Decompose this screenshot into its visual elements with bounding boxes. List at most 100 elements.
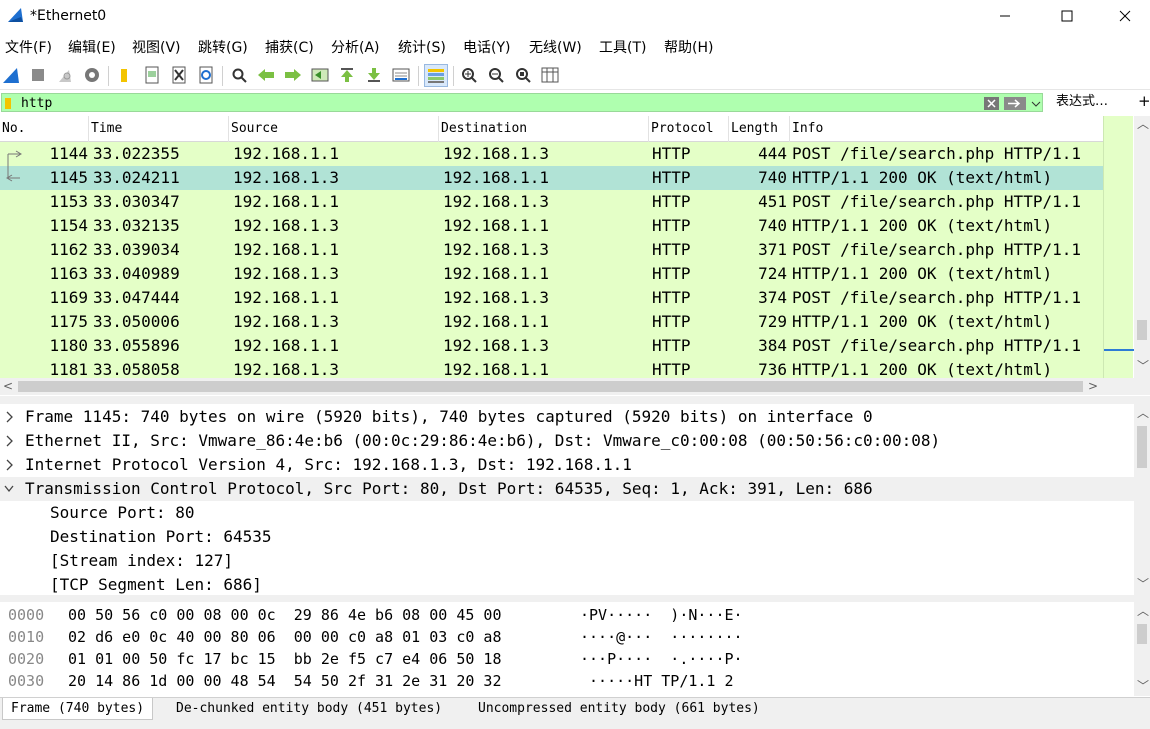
detail-tree-item[interactable]: [TCP Segment Len: 686] — [0, 573, 1135, 595]
maximize-button[interactable] — [1038, 0, 1096, 32]
column-header-length[interactable]: Length — [729, 116, 790, 142]
restart-capture-button[interactable] — [55, 65, 75, 85]
horizontal-scroll-thumb[interactable] — [18, 381, 1083, 392]
apply-filter-arrow-icon[interactable] — [1004, 96, 1026, 111]
clear-filter-icon[interactable] — [984, 96, 1000, 111]
detail-tree-item[interactable]: [Stream index: 127] — [0, 549, 1135, 573]
detail-tree-item[interactable]: Internet Protocol Version 4, Src: 192.16… — [0, 453, 1135, 477]
detail-tree-item[interactable]: Frame 1145: 740 bytes on wire (5920 bits… — [0, 405, 1135, 429]
add-filter-button[interactable]: + — [1138, 92, 1150, 110]
column-header-time[interactable]: Time — [89, 116, 229, 142]
go-last-icon — [368, 68, 380, 82]
menu-wireless[interactable]: 无线(W) — [529, 36, 582, 60]
bytes-vertical-scrollbar[interactable]: ︿ ﹀ — [1134, 602, 1150, 696]
scroll-down-icon[interactable]: ﹀ — [1137, 360, 1149, 372]
zoom-out-button[interactable] — [486, 65, 506, 85]
menu-capture[interactable]: 捕获(C) — [265, 36, 314, 60]
menu-go[interactable]: 跳转(G) — [198, 36, 248, 60]
go-back-button[interactable] — [256, 65, 276, 85]
go-last-button[interactable] — [364, 65, 384, 85]
scroll-up-icon[interactable]: ︿ — [1137, 118, 1149, 130]
menu-file[interactable]: 文件(F) — [5, 36, 52, 60]
open-file-button[interactable] — [114, 65, 134, 85]
packet-length: 736 — [758, 360, 787, 378]
detail-tree-item[interactable]: Ethernet II, Src: Vmware_86:4e:b6 (00:0c… — [0, 429, 1135, 453]
menu-analyze[interactable]: 分析(A) — [331, 36, 380, 60]
menu-edit[interactable]: 编辑(E) — [68, 36, 116, 60]
packet-row[interactable]: 1154 33.032135 192.168.1.3 192.168.1.1 HTTP 7… — [0, 214, 1103, 238]
go-first-button[interactable] — [337, 65, 357, 85]
packet-list-horizontal-scrollbar[interactable]: < > — [0, 378, 1150, 395]
detail-tree-label: Source Port: 80 — [50, 503, 195, 522]
packet-protocol: HTTP — [652, 360, 691, 378]
menu-statistics[interactable]: 统计(S) — [398, 36, 446, 60]
stop-capture-button[interactable] — [28, 65, 48, 85]
packet-map-scrollbar[interactable] — [1103, 116, 1134, 378]
scroll-down-icon[interactable]: ﹀ — [1137, 680, 1149, 692]
column-header-destination[interactable]: Destination — [439, 116, 649, 142]
display-filter-input[interactable]: http — [1, 93, 1043, 112]
packet-row[interactable]: 1175 33.050006 192.168.1.3 192.168.1.1 HTTP 7… — [0, 310, 1103, 334]
scroll-left-icon[interactable]: < — [3, 380, 13, 392]
related-packet-indicator — [0, 310, 26, 334]
menu-telephony[interactable]: 电话(Y) — [463, 36, 510, 60]
menu-tools[interactable]: 工具(T) — [599, 36, 646, 60]
go-to-packet-button[interactable] — [310, 65, 330, 85]
menu-view[interactable]: 视图(V) — [132, 36, 181, 60]
detail-tree-item[interactable]: Transmission Control Protocol, Src Port:… — [0, 477, 1135, 501]
minimize-button[interactable] — [976, 0, 1034, 32]
detail-tree-item[interactable]: Destination Port: 64535 — [0, 525, 1135, 549]
resize-columns-button[interactable] — [540, 65, 560, 85]
zoom-in-button[interactable] — [459, 65, 479, 85]
details-vertical-scrollbar[interactable]: ︿ ﹀ — [1134, 404, 1150, 595]
bytes-tab-frame[interactable]: Frame (740 bytes) — [2, 698, 154, 720]
expression-button[interactable]: 表达式… — [1056, 94, 1108, 110]
packet-row[interactable]: 1169 33.047444 192.168.1.1 192.168.1.3 HTTP 3… — [0, 286, 1103, 310]
packet-row[interactable]: 1180 33.055896 192.168.1.1 192.168.1.3 HTTP 3… — [0, 334, 1103, 358]
scroll-thumb[interactable] — [1137, 624, 1147, 644]
close-button[interactable] — [1096, 0, 1150, 32]
display-filter-text[interactable]: http — [21, 95, 52, 112]
find-packet-button[interactable] — [229, 65, 249, 85]
autoscroll-button[interactable] — [391, 65, 411, 85]
zoom-normal-button[interactable] — [513, 65, 533, 85]
menu-help[interactable]: 帮助(H) — [664, 36, 713, 60]
packet-protocol: HTTP — [652, 288, 691, 307]
main-toolbar — [0, 61, 1150, 90]
colorize-button[interactable] — [424, 64, 448, 87]
packet-list-vertical-scrollbar[interactable]: ︿ ﹀ — [1134, 116, 1150, 378]
ascii-bytes: ·PV····· )·N···E· — [580, 606, 743, 624]
file-button[interactable] — [142, 65, 162, 85]
column-header-info[interactable]: Info — [790, 116, 1103, 142]
scroll-thumb[interactable] — [1137, 320, 1147, 340]
packet-row[interactable]: 1153 33.030347 192.168.1.1 192.168.1.3 HTTP 4… — [0, 190, 1103, 214]
close-file-button[interactable] — [169, 65, 189, 85]
packet-source: 192.168.1.3 — [233, 168, 339, 187]
start-capture-button[interactable] — [1, 65, 21, 85]
reload-file-button[interactable] — [196, 65, 216, 85]
column-header-protocol[interactable]: Protocol — [649, 116, 729, 142]
go-forward-button[interactable] — [283, 65, 303, 85]
scroll-right-icon[interactable]: > — [1088, 380, 1098, 392]
packet-row[interactable]: 1162 33.039034 192.168.1.1 192.168.1.3 HTTP 3… — [0, 238, 1103, 262]
column-header-no[interactable]: No. — [0, 116, 89, 142]
scroll-up-icon[interactable]: ︿ — [1137, 605, 1149, 617]
packet-row[interactable]: 1181 33.058058 192.168.1.3 192.168.1.1 HTTP 7… — [0, 358, 1103, 378]
column-header-source[interactable]: Source — [229, 116, 439, 142]
scroll-thumb[interactable] — [1137, 426, 1147, 468]
scroll-up-icon[interactable]: ︿ — [1137, 407, 1149, 419]
packet-destination: 192.168.1.3 — [443, 144, 549, 163]
bytes-tab-uncompressed[interactable]: Uncompressed entity body (661 bytes) — [470, 698, 768, 720]
bytes-tab-dechunked[interactable]: De-chunked entity body (451 bytes) — [168, 698, 450, 720]
open-icon — [121, 69, 127, 82]
capture-options-button[interactable] — [82, 65, 102, 85]
detail-tree-item[interactable]: Source Port: 80 — [0, 501, 1135, 525]
packet-row[interactable]: 1163 33.040989 192.168.1.3 192.168.1.1 HTTP 7… — [0, 262, 1103, 286]
pane-splitter[interactable] — [0, 595, 1150, 602]
packet-row[interactable]: 1145 33.024211 192.168.1.3 192.168.1.1 HTTP 7… — [0, 166, 1103, 190]
packet-row[interactable]: 1144 33.022355 192.168.1.1 192.168.1.3 HTTP 4… — [0, 142, 1103, 166]
filter-history-dropdown-icon[interactable] — [1031, 96, 1041, 111]
scroll-down-icon[interactable]: ﹀ — [1137, 578, 1149, 590]
pane-splitter[interactable] — [0, 396, 1150, 404]
packet-rows: 1144 33.022355 192.168.1.1 192.168.1.3 HTTP 4… — [0, 142, 1103, 378]
